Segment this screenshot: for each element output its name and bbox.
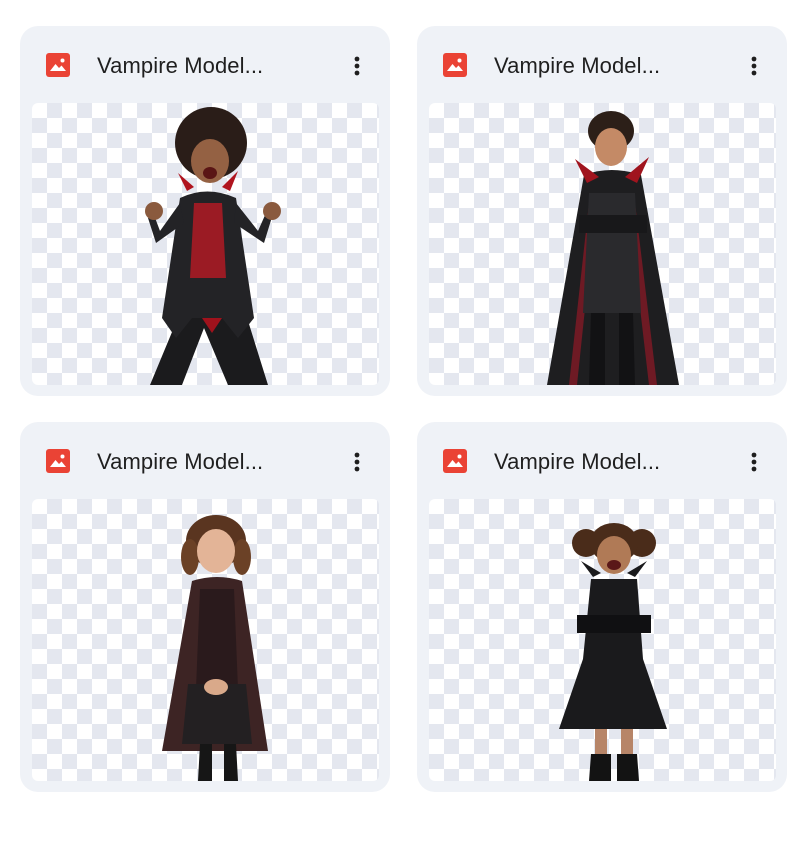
- vampire-boy-arms-crossed-figure: [547, 111, 679, 385]
- more-vert-icon[interactable]: [737, 48, 771, 84]
- file-thumbnail[interactable]: [429, 499, 776, 781]
- file-card-header: Vampire Model...: [417, 422, 787, 498]
- file-thumbnail[interactable]: [32, 499, 379, 781]
- image-file-icon: [46, 449, 70, 473]
- file-card[interactable]: Vampire Model...: [20, 26, 390, 396]
- file-thumbnail[interactable]: [429, 103, 776, 385]
- file-title: Vampire Model...: [97, 449, 264, 474]
- file-title: Vampire Model...: [97, 53, 264, 78]
- file-card[interactable]: Vampire Model...: [417, 422, 787, 792]
- more-vert-icon[interactable]: [340, 48, 374, 84]
- file-card[interactable]: Vampire Model...: [20, 422, 390, 792]
- file-card-header: Vampire Model...: [20, 422, 390, 498]
- image-file-icon: [443, 53, 467, 77]
- file-thumbnail[interactable]: [32, 103, 379, 385]
- more-vert-icon[interactable]: [737, 444, 771, 480]
- image-file-icon: [443, 449, 467, 473]
- file-grid: Vampire Model... Vampire Model... Vampir…: [20, 26, 790, 796]
- more-vert-icon[interactable]: [340, 444, 374, 480]
- file-title: Vampire Model...: [494, 53, 661, 78]
- image-file-icon: [46, 53, 70, 77]
- file-card[interactable]: Vampire Model...: [417, 26, 787, 396]
- vampire-boy-cheering-figure: [145, 107, 281, 385]
- vampire-girl-cape-figure: [162, 515, 268, 781]
- vampire-girl-dress-figure: [559, 523, 667, 781]
- file-card-header: Vampire Model...: [417, 26, 787, 102]
- file-title: Vampire Model...: [494, 449, 661, 474]
- file-card-header: Vampire Model...: [20, 26, 390, 102]
